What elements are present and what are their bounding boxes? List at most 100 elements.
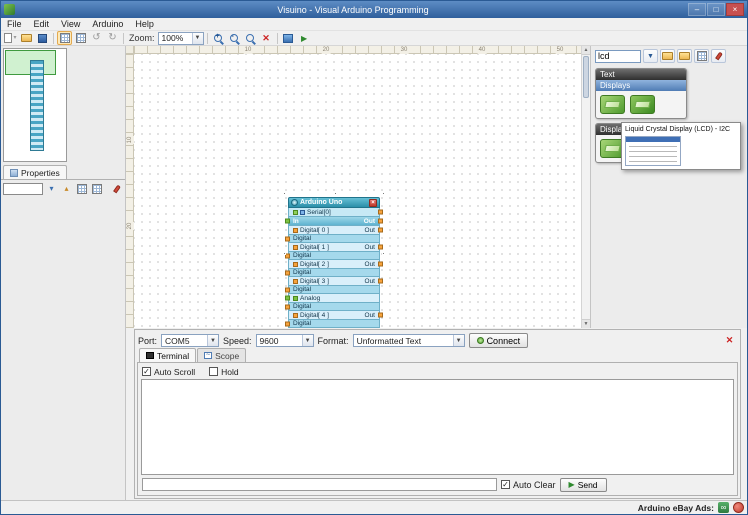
speed-select[interactable]: 9600 ▼: [255, 334, 314, 347]
digital-out-pin[interactable]: [378, 278, 383, 284]
board-row-digital[interactable]: Digital: [285, 286, 380, 294]
pin-panel-button[interactable]: [110, 182, 123, 195]
digital-out-pin[interactable]: [378, 261, 383, 267]
selection-handle[interactable]: [382, 192, 385, 195]
menu-item-arduino[interactable]: Arduino: [86, 19, 129, 29]
alphabetical-view-button[interactable]: [90, 182, 103, 195]
scrollbar-thumb[interactable]: [583, 56, 589, 98]
digital-in-pin[interactable]: [285, 236, 290, 241]
out-pin[interactable]: [378, 218, 383, 224]
properties-filter-input[interactable]: [3, 182, 43, 195]
categorized-view-button[interactable]: [75, 182, 88, 195]
digital-out-pin[interactable]: [378, 312, 383, 318]
sort-button[interactable]: ▴: [60, 182, 73, 195]
list-view-button[interactable]: [677, 49, 692, 63]
menu-item-file[interactable]: File: [1, 19, 28, 29]
selection-handle[interactable]: [283, 252, 286, 255]
properties-toolbar: ▾ ▴: [1, 180, 125, 197]
board-row-digital-0[interactable]: Digital[ 0 ] Out: [288, 226, 383, 235]
zoom-in-button[interactable]: +: [211, 31, 226, 45]
zoom-out-button[interactable]: -: [227, 31, 242, 45]
board-row-digital[interactable]: Digital: [285, 320, 380, 328]
hold-checkbox[interactable]: [209, 367, 219, 376]
board-row-in-out[interactable]: In Out: [285, 217, 383, 226]
board-row-digital[interactable]: Digital: [285, 269, 380, 277]
auto-clear-checkbox[interactable]: ✓: [501, 480, 510, 489]
palette-group-header[interactable]: Text: [596, 69, 686, 80]
zoom-reset-button[interactable]: [243, 31, 258, 45]
digital-in-pin[interactable]: [285, 270, 290, 275]
selection-handle[interactable]: [382, 252, 385, 255]
close-terminal-button[interactable]: ✕: [722, 334, 737, 348]
compile-button[interactable]: [281, 31, 296, 45]
pin-palette-button[interactable]: [711, 49, 726, 63]
tab-scope[interactable]: ∼ Scope: [197, 348, 247, 362]
board-row-digital-3[interactable]: Digital[ 3 ] Out: [288, 277, 383, 286]
menu-item-view[interactable]: View: [55, 19, 86, 29]
arduino-ad-icon[interactable]: ∞: [718, 502, 729, 513]
connect-button[interactable]: Connect: [468, 333, 529, 348]
save-disk-icon: [38, 33, 47, 43]
expand-all-button[interactable]: ▾: [45, 182, 58, 195]
small-icons-button[interactable]: [694, 49, 709, 63]
format-select[interactable]: Unformatted Text ▼: [352, 334, 465, 347]
menu-item-help[interactable]: Help: [129, 19, 160, 29]
snap-to-grid-toggle[interactable]: [73, 31, 88, 45]
auto-scroll-checkbox[interactable]: ✓: [142, 367, 151, 376]
board-row-digital-2[interactable]: Digital[ 2 ] Out: [288, 260, 383, 269]
scroll-up-arrow[interactable]: ▲: [582, 46, 590, 55]
digital-in-pin[interactable]: [285, 287, 290, 292]
board-row-serial-0[interactable]: Serial[0]: [288, 208, 383, 217]
search-dropdown-button[interactable]: ▼: [643, 49, 658, 63]
serial-out-pin[interactable]: [378, 209, 383, 215]
board-row-digital-4[interactable]: Digital[ 4 ] Out: [288, 311, 383, 320]
board-row-digital-1[interactable]: Digital[ 1 ] Out: [288, 243, 383, 252]
scroll-down-arrow[interactable]: ▼: [582, 319, 590, 328]
component-search-input[interactable]: [595, 49, 641, 63]
in-pin[interactable]: [285, 218, 290, 224]
category-view-button[interactable]: [660, 49, 675, 63]
tab-properties[interactable]: Properties: [3, 165, 67, 179]
digital-out-pin[interactable]: [378, 244, 383, 250]
design-canvas[interactable]: Arduino Uno × Serial[0] In Out Digital[ 0 ]…: [134, 54, 581, 328]
canvas-vertical-scrollbar[interactable]: ▲ ▼: [581, 46, 590, 328]
lcd-i2c-component-icon[interactable]: [630, 95, 655, 114]
component-header[interactable]: Arduino Uno ×: [288, 197, 380, 208]
ads-label: Arduino eBay Ads:: [637, 502, 714, 513]
delete-component-button[interactable]: ×: [369, 198, 377, 207]
palette-subgroup-header[interactable]: Displays: [596, 80, 686, 91]
digital-in-pin[interactable]: [285, 304, 290, 309]
zoom-fit-button[interactable]: ✕: [259, 31, 274, 45]
menu-item-edit[interactable]: Edit: [28, 19, 56, 29]
close-button[interactable]: ×: [726, 3, 744, 16]
selection-handle[interactable]: [283, 192, 286, 195]
digital-channel-icon: [293, 227, 298, 233]
tab-terminal[interactable]: Terminal: [139, 348, 197, 362]
minimize-button[interactable]: –: [688, 3, 706, 16]
redo-button[interactable]: ↻: [105, 31, 120, 45]
lcd-component-icon[interactable]: [600, 95, 625, 114]
digital-in-pin[interactable]: [285, 321, 290, 326]
save-button[interactable]: [35, 31, 50, 45]
board-row-digital[interactable]: Digital: [285, 303, 380, 311]
board-row-analog[interactable]: Analog: [285, 294, 380, 303]
zoom-select[interactable]: 100% ▼: [157, 31, 204, 45]
digital-out-pin[interactable]: [378, 227, 383, 233]
show-grid-toggle[interactable]: [57, 31, 72, 45]
new-project-button[interactable]: ▾: [3, 31, 18, 45]
board-row-digital[interactable]: Digital: [285, 252, 380, 260]
upload-button[interactable]: ▶: [297, 31, 312, 45]
terminal-output[interactable]: [141, 379, 734, 475]
send-button[interactable]: ▶ Send: [559, 477, 607, 492]
selection-handle[interactable]: [334, 192, 337, 195]
undo-button[interactable]: ↺: [89, 31, 104, 45]
board-row-digital[interactable]: Digital: [285, 235, 380, 243]
analog-in-pin[interactable]: [285, 295, 290, 301]
port-select[interactable]: COM5 ▼: [161, 334, 220, 347]
open-button[interactable]: [19, 31, 34, 45]
arduino-uno-component[interactable]: Arduino Uno × Serial[0] In Out Digital[ 0 ]…: [283, 192, 385, 328]
overview-navigator[interactable]: [3, 48, 67, 162]
maximize-button[interactable]: □: [707, 3, 725, 16]
ebay-ad-icon[interactable]: [733, 502, 744, 513]
send-input[interactable]: [142, 478, 497, 491]
